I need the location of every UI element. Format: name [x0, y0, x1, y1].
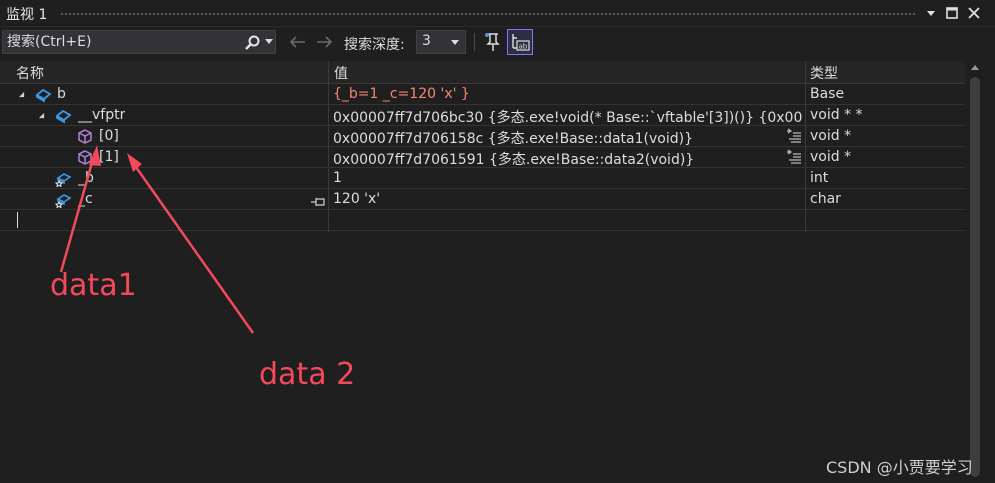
method-cube-icon: [76, 149, 94, 166]
row-type: int: [810, 170, 829, 186]
row-value[interactable]: 0x00007ff7d706bc30 {多态.exe!void(* Base::…: [333, 107, 803, 127]
table-row[interactable]: _c 120 'x' char: [0, 189, 965, 210]
row-name: [0]: [99, 128, 119, 144]
row-type: void *: [810, 128, 852, 144]
search-input[interactable]: [7, 33, 237, 51]
window-title: 监视 1: [6, 7, 48, 23]
pin-watch-icon[interactable]: [310, 193, 326, 206]
search-options-chevron-down-icon[interactable]: [265, 39, 273, 44]
column-header-type[interactable]: 类型: [810, 63, 838, 83]
text-caret: [17, 212, 18, 228]
title-bar: 监视 1: [0, 0, 995, 27]
table-row[interactable]: b {_b=1 _c=120 'x' } Base: [0, 84, 965, 105]
row-type: void *: [810, 149, 852, 165]
table-row[interactable]: [1] 0x00007ff7d7061591 {多态.exe!Base::dat…: [0, 147, 965, 168]
row-type: char: [810, 191, 841, 207]
maximize-icon[interactable]: [943, 4, 961, 22]
annotation-label-data2: data 2: [259, 357, 356, 392]
row-name: __vfptr: [78, 107, 126, 123]
protected-field-icon: [54, 170, 72, 188]
pin-source-icon[interactable]: [482, 30, 504, 54]
annotation-label-data1: data1: [50, 268, 137, 303]
row-name: _b: [78, 170, 94, 186]
vertical-scrollbar[interactable]: [967, 61, 983, 483]
search-box: [2, 30, 276, 54]
table-row[interactable]: __vfptr 0x00007ff7d706bc30 {多态.exe!void(…: [0, 105, 965, 126]
add-watch-row[interactable]: [0, 210, 965, 231]
watermark: CSDN @小贾要学习: [826, 458, 973, 477]
close-icon[interactable]: [965, 4, 983, 22]
toolbar-separator: [474, 33, 475, 51]
row-type: void * *: [810, 107, 863, 123]
search-forward-arrow-icon[interactable]: [313, 32, 335, 52]
row-value[interactable]: 120 'x': [333, 191, 783, 207]
text-visualizer-icon[interactable]: [786, 128, 802, 144]
object-class-icon: [54, 107, 72, 124]
text-visualizer-icon[interactable]: [786, 149, 802, 165]
object-class-icon: [34, 86, 52, 103]
title-drag-grip[interactable]: [60, 12, 915, 16]
svg-text:ab: ab: [519, 43, 528, 51]
search-back-arrow-icon[interactable]: [287, 32, 309, 52]
search-depth-value: 3: [422, 33, 431, 49]
method-cube-icon: [76, 128, 94, 145]
row-value[interactable]: 1: [333, 170, 783, 186]
watch-grid: 名称 值 类型 b {_b=1 _c=120 'x' } Base __vfpt…: [0, 61, 965, 483]
watch-window: 监视 1 搜索深度: 3: [0, 0, 995, 483]
row-value[interactable]: 0x00007ff7d7061591 {多态.exe!Base::data2(v…: [333, 149, 783, 169]
chevron-down-icon: [451, 40, 459, 45]
scroll-thumb[interactable]: [970, 77, 980, 477]
search-icon[interactable]: [243, 34, 261, 52]
watch-toolbar: 搜索深度: 3 ab: [0, 29, 995, 59]
hex-display-toggle-icon[interactable]: ab: [507, 29, 533, 55]
window-menu-dropdown-icon[interactable]: [922, 4, 940, 22]
search-depth-label: 搜索深度:: [344, 37, 405, 53]
row-type: Base: [810, 86, 845, 102]
collapse-triangle-icon[interactable]: [38, 112, 45, 119]
row-value[interactable]: {_b=1 _c=120 'x' }: [333, 86, 783, 102]
column-header-value[interactable]: 值: [334, 63, 348, 83]
row-value[interactable]: 0x00007ff7d706158c {多态.exe!Base::data1(v…: [333, 128, 783, 148]
grid-header: 名称 值 类型: [0, 61, 965, 84]
scroll-up-arrow-icon[interactable]: [971, 65, 979, 70]
collapse-triangle-icon[interactable]: [18, 91, 25, 98]
row-name: [1]: [99, 149, 119, 165]
protected-field-icon: [54, 191, 72, 209]
table-row[interactable]: [0] 0x00007ff7d706158c {多态.exe!Base::dat…: [0, 126, 965, 147]
table-row[interactable]: _b 1 int: [0, 168, 965, 189]
search-depth-select[interactable]: 3: [416, 30, 466, 54]
row-name: _c: [78, 191, 93, 207]
column-header-name[interactable]: 名称: [16, 63, 44, 83]
row-name: b: [57, 86, 66, 102]
